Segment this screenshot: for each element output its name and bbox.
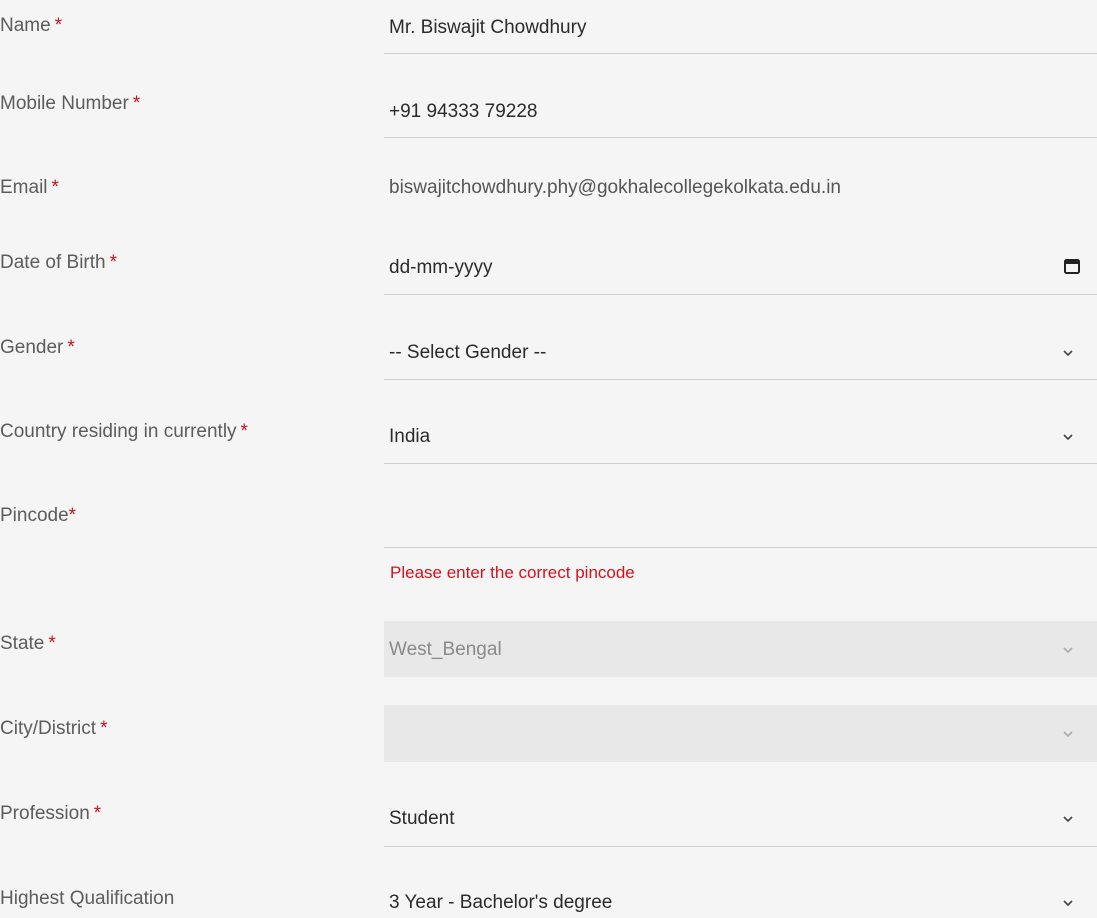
chevron-down-icon bbox=[1063, 350, 1073, 357]
chevron-down-icon bbox=[1063, 434, 1073, 441]
profession-value: Student bbox=[389, 808, 455, 829]
city-label-text: City/District bbox=[0, 718, 97, 739]
form-row-name: Name * Mr. Biswajit Chowdhury bbox=[0, 0, 1097, 60]
gender-label-text: Gender bbox=[0, 337, 64, 358]
state-label-text: State bbox=[0, 633, 45, 654]
required-marker: * bbox=[51, 177, 59, 198]
mobile-label: Mobile Number * bbox=[0, 93, 140, 115]
name-value: Mr. Biswajit Chowdhury bbox=[389, 17, 587, 38]
mobile-value: +91 94333 79228 bbox=[389, 101, 538, 122]
dob-input[interactable]: dd-mm-yyyy bbox=[384, 240, 1097, 295]
qualification-value: 3 Year - Bachelor's degree bbox=[389, 892, 613, 913]
dob-value: dd-mm-yyyy bbox=[389, 257, 493, 278]
form-row-pincode: Pincode* Please enter the correct pincod… bbox=[0, 492, 1097, 592]
email-label-text: Email bbox=[0, 177, 48, 198]
required-marker: * bbox=[132, 93, 141, 114]
required-marker: * bbox=[240, 421, 248, 442]
form-row-state: State * West_Bengal bbox=[0, 621, 1097, 681]
required-marker: * bbox=[100, 718, 108, 739]
form-row-email: Email * biswajitchowdhury.phy@gokhalecoll… bbox=[0, 168, 1097, 218]
dob-label-text: Date of Birth bbox=[0, 252, 106, 273]
pincode-label-text: Pincode bbox=[0, 505, 69, 526]
email-label: Email * bbox=[0, 177, 59, 199]
name-label: Name * bbox=[0, 15, 62, 37]
required-marker: * bbox=[54, 15, 63, 36]
city-select[interactable] bbox=[384, 705, 1097, 762]
required-marker: * bbox=[48, 633, 56, 654]
gender-value: -- Select Gender -- bbox=[389, 342, 547, 363]
email-field: biswajitchowdhury.phy@gokhalecollegekolk… bbox=[384, 168, 1097, 208]
chevron-down-icon bbox=[1063, 900, 1073, 907]
country-label-text: Country residing in currently bbox=[0, 421, 237, 442]
chevron-down-icon bbox=[1063, 731, 1073, 738]
form-row-gender: Gender * -- Select Gender -- bbox=[0, 324, 1097, 384]
required-marker: * bbox=[68, 505, 77, 526]
form-row-mobile: Mobile Number * +91 94333 79228 bbox=[0, 84, 1097, 144]
mobile-label-text: Mobile Number bbox=[0, 93, 129, 114]
required-marker: * bbox=[67, 337, 75, 358]
pincode-label: Pincode* bbox=[0, 505, 76, 527]
pincode-error-message: Please enter the correct pincode bbox=[390, 563, 635, 582]
profession-select[interactable]: Student bbox=[384, 790, 1097, 847]
profession-label-text: Profession bbox=[0, 803, 90, 824]
country-select[interactable]: India bbox=[384, 408, 1097, 464]
form-row-qualification: Highest Qualification 3 Year - Bachelor'… bbox=[0, 875, 1097, 918]
profession-label: Profession * bbox=[0, 803, 101, 825]
country-value: India bbox=[389, 426, 431, 447]
required-marker: * bbox=[93, 803, 102, 824]
required-marker: * bbox=[109, 252, 118, 273]
form-row-city: City/District * bbox=[0, 705, 1097, 765]
state-label: State * bbox=[0, 633, 56, 655]
chevron-down-icon bbox=[1063, 647, 1073, 654]
gender-label: Gender * bbox=[0, 337, 75, 359]
form-row-country: Country residing in currently * India bbox=[0, 408, 1097, 468]
city-label: City/District * bbox=[0, 718, 107, 740]
calendar-icon[interactable] bbox=[1063, 257, 1081, 275]
name-label-text: Name bbox=[0, 15, 51, 36]
dob-label: Date of Birth * bbox=[0, 252, 117, 274]
form-row-dob: Date of Birth * dd-mm-yyyy bbox=[0, 240, 1097, 300]
form-row-profession: Profession * Student bbox=[0, 790, 1097, 850]
mobile-input[interactable]: +91 94333 79228 bbox=[384, 84, 1097, 138]
qualification-label: Highest Qualification bbox=[0, 888, 174, 910]
name-input[interactable]: Mr. Biswajit Chowdhury bbox=[384, 0, 1097, 54]
state-select[interactable]: West_Bengal bbox=[384, 621, 1097, 677]
qualification-select[interactable]: 3 Year - Bachelor's degree bbox=[384, 875, 1097, 918]
state-value: West_Bengal bbox=[389, 639, 502, 660]
pincode-input[interactable] bbox=[384, 492, 1097, 548]
qualification-label-text: Highest Qualification bbox=[0, 888, 175, 909]
country-label: Country residing in currently * bbox=[0, 421, 248, 443]
email-value: biswajitchowdhury.phy@gokhalecollegekolk… bbox=[389, 177, 841, 198]
gender-select[interactable]: -- Select Gender -- bbox=[384, 324, 1097, 380]
chevron-down-icon bbox=[1063, 816, 1073, 823]
